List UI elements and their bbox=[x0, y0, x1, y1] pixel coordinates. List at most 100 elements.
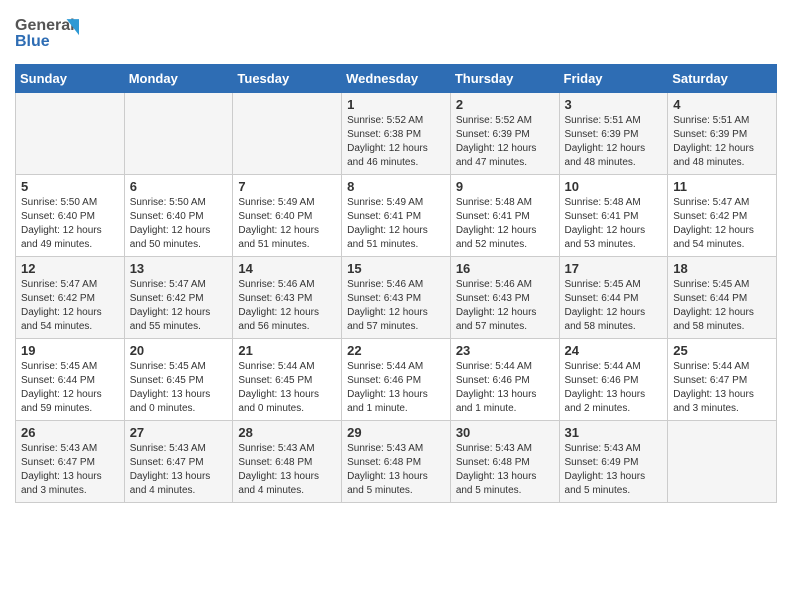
day-info: Sunrise: 5:50 AM Sunset: 6:40 PM Dayligh… bbox=[21, 196, 119, 252]
day-info: Sunrise: 5:49 AM Sunset: 6:41 PM Dayligh… bbox=[347, 196, 445, 252]
day-number: 23 bbox=[456, 343, 554, 358]
calendar-cell: 21Sunrise: 5:44 AM Sunset: 6:45 PM Dayli… bbox=[233, 339, 342, 421]
calendar-cell: 3 Sunrise: 5:51 AM Sunset: 6:39 PM Daylig… bbox=[559, 93, 668, 175]
day-number: 11 bbox=[673, 179, 771, 194]
calendar-cell: 31 Sunrise: 5:43 AM Sunset: 6:49 PM Dayli… bbox=[559, 421, 668, 503]
calendar-cell: 8 Sunrise: 5:49 AM Sunset: 6:41 PM Daylig… bbox=[342, 175, 451, 257]
calendar-cell: 23Sunrise: 5:44 AM Sunset: 6:46 PM Dayli… bbox=[450, 339, 559, 421]
calendar-cell: 18 Sunrise: 5:45 AM Sunset: 6:44 PM Dayli… bbox=[668, 257, 777, 339]
calendar-cell bbox=[16, 93, 125, 175]
calendar-cell: 7Sunrise: 5:49 AM Sunset: 6:40 PM Daylig… bbox=[233, 175, 342, 257]
header-cell-wednesday: Wednesday bbox=[342, 65, 451, 93]
day-info: Sunrise: 5:46 AM Sunset: 6:43 PM Dayligh… bbox=[238, 278, 336, 334]
calendar-cell: 16Sunrise: 5:46 AM Sunset: 6:43 PM Dayli… bbox=[450, 257, 559, 339]
day-info: Sunrise: 5:47 AM Sunset: 6:42 PM Dayligh… bbox=[673, 196, 771, 252]
calendar-cell: 10 Sunrise: 5:48 AM Sunset: 6:41 PM Dayli… bbox=[559, 175, 668, 257]
calendar-cell: 30 Sunrise: 5:43 AM Sunset: 6:48 PM Dayli… bbox=[450, 421, 559, 503]
header-cell-saturday: Saturday bbox=[668, 65, 777, 93]
header-row: SundayMondayTuesdayWednesdayThursdayFrid… bbox=[16, 65, 777, 93]
week-row-3: 12 Sunrise: 5:47 AM Sunset: 6:42 PM Dayli… bbox=[16, 257, 777, 339]
calendar-cell: 28 Sunrise: 5:43 AM Sunset: 6:48 PM Dayli… bbox=[233, 421, 342, 503]
day-info: Sunrise: 5:43 AM Sunset: 6:48 PM Dayligh… bbox=[456, 442, 554, 498]
day-info: Sunrise: 5:44 AM Sunset: 6:45 PM Dayligh… bbox=[238, 360, 336, 416]
header-cell-monday: Monday bbox=[124, 65, 233, 93]
day-info: Sunrise: 5:43 AM Sunset: 6:48 PM Dayligh… bbox=[347, 442, 445, 498]
calendar-cell: 20 Sunrise: 5:45 AM Sunset: 6:45 PM Dayli… bbox=[124, 339, 233, 421]
calendar-cell: 1Sunrise: 5:52 AM Sunset: 6:38 PM Daylig… bbox=[342, 93, 451, 175]
day-info: Sunrise: 5:43 AM Sunset: 6:47 PM Dayligh… bbox=[130, 442, 228, 498]
day-info: Sunrise: 5:43 AM Sunset: 6:47 PM Dayligh… bbox=[21, 442, 119, 498]
calendar-cell: 6 Sunrise: 5:50 AM Sunset: 6:40 PM Daylig… bbox=[124, 175, 233, 257]
day-number: 30 bbox=[456, 425, 554, 440]
calendar-cell: 27 Sunrise: 5:43 AM Sunset: 6:47 PM Dayli… bbox=[124, 421, 233, 503]
day-info: Sunrise: 5:49 AM Sunset: 6:40 PM Dayligh… bbox=[238, 196, 336, 252]
day-info: Sunrise: 5:52 AM Sunset: 6:38 PM Dayligh… bbox=[347, 114, 445, 170]
calendar-cell: 2Sunrise: 5:52 AM Sunset: 6:39 PM Daylig… bbox=[450, 93, 559, 175]
day-number: 4 bbox=[673, 97, 771, 112]
calendar-cell bbox=[124, 93, 233, 175]
day-info: Sunrise: 5:48 AM Sunset: 6:41 PM Dayligh… bbox=[565, 196, 663, 252]
day-number: 20 bbox=[130, 343, 228, 358]
day-info: Sunrise: 5:47 AM Sunset: 6:42 PM Dayligh… bbox=[21, 278, 119, 334]
svg-text:General: General bbox=[15, 17, 75, 34]
day-info: Sunrise: 5:46 AM Sunset: 6:43 PM Dayligh… bbox=[456, 278, 554, 334]
week-row-5: 26 Sunrise: 5:43 AM Sunset: 6:47 PM Dayli… bbox=[16, 421, 777, 503]
day-number: 2 bbox=[456, 97, 554, 112]
day-number: 25 bbox=[673, 343, 771, 358]
header-cell-thursday: Thursday bbox=[450, 65, 559, 93]
day-number: 17 bbox=[565, 261, 663, 276]
day-number: 29 bbox=[347, 425, 445, 440]
day-info: Sunrise: 5:45 AM Sunset: 6:44 PM Dayligh… bbox=[673, 278, 771, 334]
header-cell-sunday: Sunday bbox=[16, 65, 125, 93]
day-info: Sunrise: 5:45 AM Sunset: 6:45 PM Dayligh… bbox=[130, 360, 228, 416]
calendar-cell: 26 Sunrise: 5:43 AM Sunset: 6:47 PM Dayli… bbox=[16, 421, 125, 503]
day-info: Sunrise: 5:51 AM Sunset: 6:39 PM Dayligh… bbox=[565, 114, 663, 170]
day-info: Sunrise: 5:44 AM Sunset: 6:47 PM Dayligh… bbox=[673, 360, 771, 416]
calendar-cell: 24 Sunrise: 5:44 AM Sunset: 6:46 PM Dayli… bbox=[559, 339, 668, 421]
header-cell-friday: Friday bbox=[559, 65, 668, 93]
calendar-table: SundayMondayTuesdayWednesdayThursdayFrid… bbox=[15, 64, 777, 503]
calendar-cell: 17 Sunrise: 5:45 AM Sunset: 6:44 PM Dayli… bbox=[559, 257, 668, 339]
page-header: General Blue bbox=[15, 10, 777, 60]
week-row-2: 5 Sunrise: 5:50 AM Sunset: 6:40 PM Daylig… bbox=[16, 175, 777, 257]
day-number: 12 bbox=[21, 261, 119, 276]
calendar-cell: 14 Sunrise: 5:46 AM Sunset: 6:43 PM Dayli… bbox=[233, 257, 342, 339]
calendar-cell: 11 Sunrise: 5:47 AM Sunset: 6:42 PM Dayli… bbox=[668, 175, 777, 257]
calendar-body: 1Sunrise: 5:52 AM Sunset: 6:38 PM Daylig… bbox=[16, 93, 777, 503]
day-number: 26 bbox=[21, 425, 119, 440]
calendar-cell: 13 Sunrise: 5:47 AM Sunset: 6:42 PM Dayli… bbox=[124, 257, 233, 339]
day-number: 31 bbox=[565, 425, 663, 440]
day-number: 8 bbox=[347, 179, 445, 194]
day-number: 14 bbox=[238, 261, 336, 276]
calendar-cell: 25 Sunrise: 5:44 AM Sunset: 6:47 PM Dayli… bbox=[668, 339, 777, 421]
day-number: 13 bbox=[130, 261, 228, 276]
calendar-cell: 12 Sunrise: 5:47 AM Sunset: 6:42 PM Dayli… bbox=[16, 257, 125, 339]
day-number: 28 bbox=[238, 425, 336, 440]
day-number: 24 bbox=[565, 343, 663, 358]
header-cell-tuesday: Tuesday bbox=[233, 65, 342, 93]
day-info: Sunrise: 5:50 AM Sunset: 6:40 PM Dayligh… bbox=[130, 196, 228, 252]
week-row-4: 19Sunrise: 5:45 AM Sunset: 6:44 PM Dayli… bbox=[16, 339, 777, 421]
day-number: 22 bbox=[347, 343, 445, 358]
day-info: Sunrise: 5:43 AM Sunset: 6:48 PM Dayligh… bbox=[238, 442, 336, 498]
calendar-cell bbox=[233, 93, 342, 175]
day-number: 6 bbox=[130, 179, 228, 194]
logo-svg: General Blue bbox=[15, 10, 95, 55]
day-number: 27 bbox=[130, 425, 228, 440]
day-info: Sunrise: 5:44 AM Sunset: 6:46 PM Dayligh… bbox=[565, 360, 663, 416]
day-info: Sunrise: 5:43 AM Sunset: 6:49 PM Dayligh… bbox=[565, 442, 663, 498]
day-info: Sunrise: 5:46 AM Sunset: 6:43 PM Dayligh… bbox=[347, 278, 445, 334]
day-info: Sunrise: 5:47 AM Sunset: 6:42 PM Dayligh… bbox=[130, 278, 228, 334]
day-number: 18 bbox=[673, 261, 771, 276]
day-info: Sunrise: 5:45 AM Sunset: 6:44 PM Dayligh… bbox=[565, 278, 663, 334]
calendar-cell: 4Sunrise: 5:51 AM Sunset: 6:39 PM Daylig… bbox=[668, 93, 777, 175]
calendar-header: SundayMondayTuesdayWednesdayThursdayFrid… bbox=[16, 65, 777, 93]
calendar-cell: 9Sunrise: 5:48 AM Sunset: 6:41 PM Daylig… bbox=[450, 175, 559, 257]
calendar-cell: 22Sunrise: 5:44 AM Sunset: 6:46 PM Dayli… bbox=[342, 339, 451, 421]
day-number: 10 bbox=[565, 179, 663, 194]
day-number: 3 bbox=[565, 97, 663, 112]
week-row-1: 1Sunrise: 5:52 AM Sunset: 6:38 PM Daylig… bbox=[16, 93, 777, 175]
day-number: 9 bbox=[456, 179, 554, 194]
day-number: 5 bbox=[21, 179, 119, 194]
calendar-cell: 19Sunrise: 5:45 AM Sunset: 6:44 PM Dayli… bbox=[16, 339, 125, 421]
